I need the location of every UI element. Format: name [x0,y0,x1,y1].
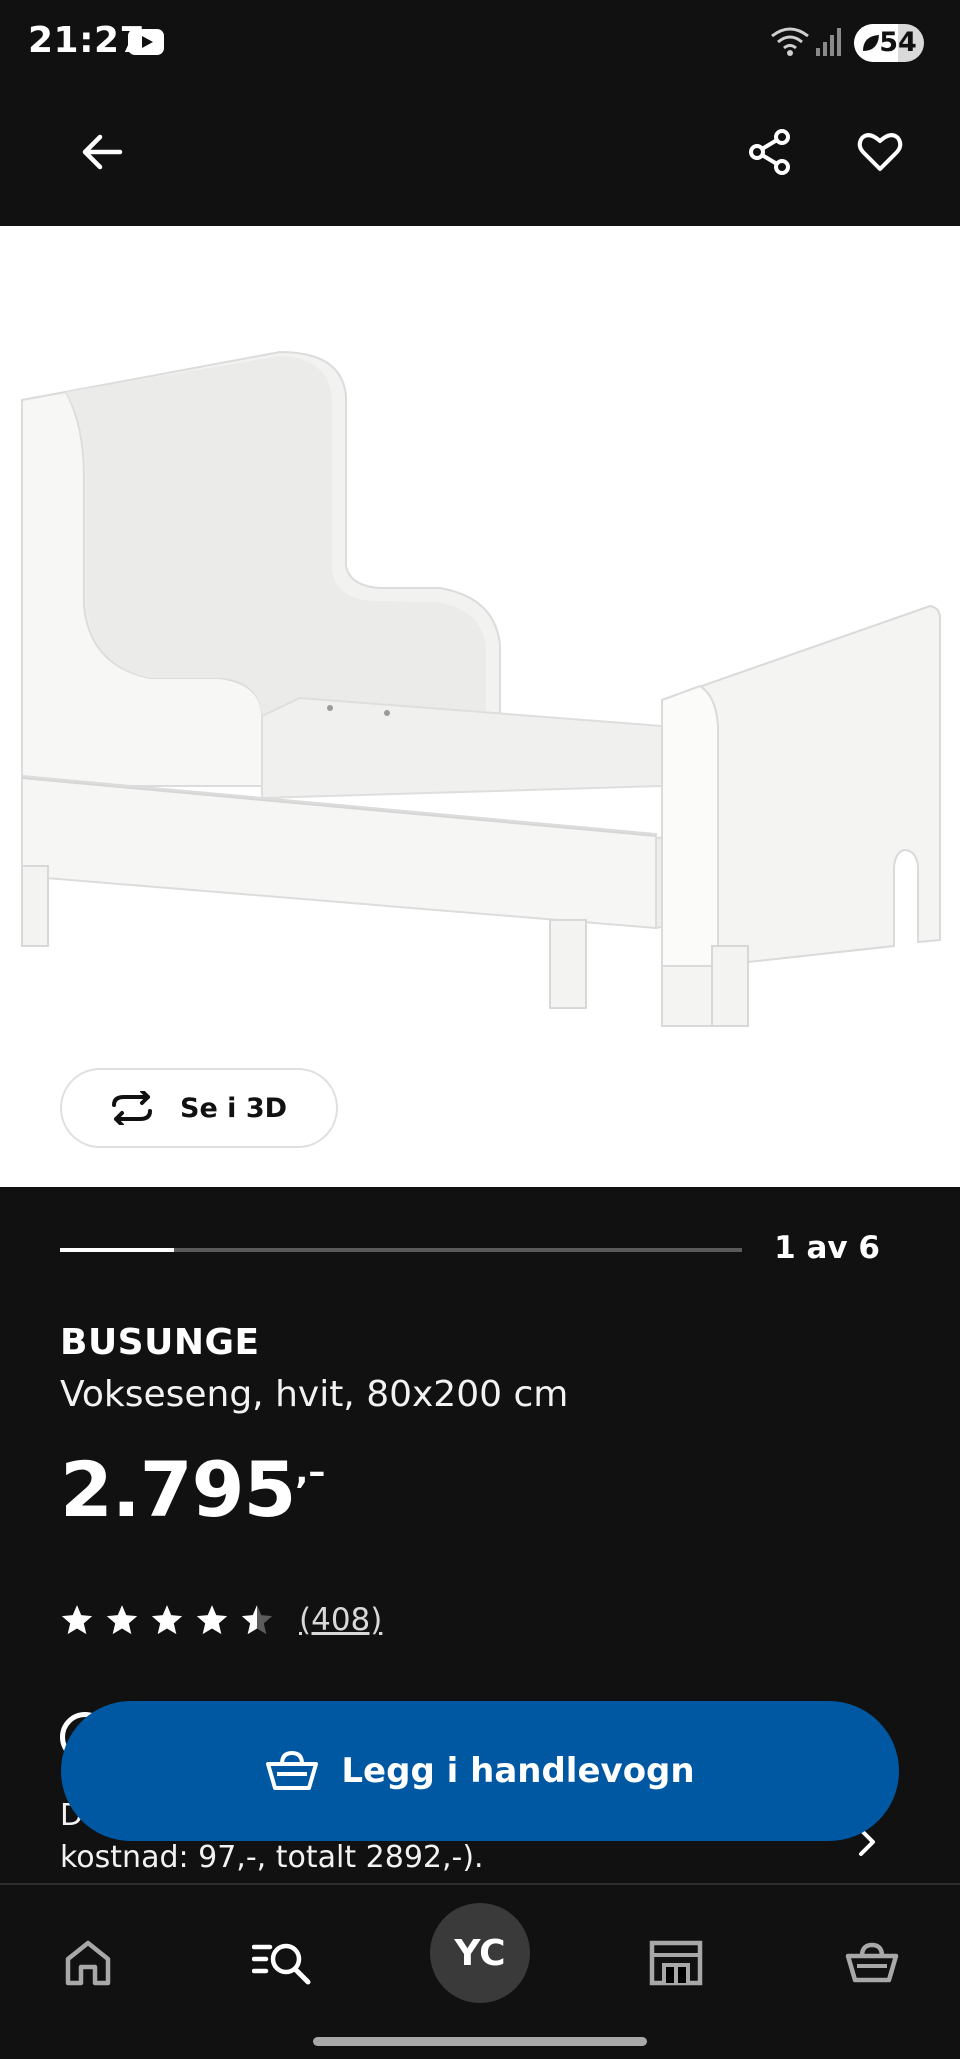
star-full-icon [61,1605,93,1635]
view-3d-label: Se i 3D [180,1092,288,1124]
signal-icon [816,28,841,56]
share-icon [749,129,790,175]
home-indicator[interactable] [313,2037,647,2046]
youtube-notification-icon [128,29,164,55]
add-to-cart-button[interactable]: Legg i handlevogn [61,1701,899,1841]
product-image [21,350,941,1027]
heart-icon [857,133,903,171]
search-icon [252,1943,311,1985]
battery-indicator: 54 [854,24,924,62]
star-full-icon [151,1605,183,1635]
price-suffix: ,– [295,1452,326,1492]
product-gallery[interactable]: Se i 3D [0,226,960,1187]
back-button[interactable] [70,120,134,184]
bottom-navigation: YC [0,1883,960,2059]
image-counter: 1 av 6 [774,1230,880,1266]
nav-profile-avatar[interactable]: YC [430,1903,530,2003]
nav-home[interactable] [56,1931,120,1995]
status-bar: 21:27 54 [0,0,960,86]
nav-search[interactable] [250,1931,314,1995]
basket-icon [266,1750,319,1790]
product-price: 2.795 ,– [60,1448,325,1532]
product-name: BUSUNGE [60,1322,260,1363]
star-half-icon [241,1605,273,1635]
rotate-3d-icon [112,1091,152,1125]
delivery-text-line2: kostnad: 97,-, totalt 2892,-). [60,1840,484,1875]
battery-level: 54 [879,27,917,58]
product-description: Vokseseng, hvit, 80x200 cm [60,1374,569,1415]
store-icon [649,1940,703,1986]
add-to-cart-label: Legg i handlevogn [341,1751,695,1791]
product-rating[interactable]: (408) [60,1602,382,1638]
star-full-icon [196,1605,228,1635]
nav-stores[interactable] [644,1931,708,1995]
review-count-link[interactable]: (408) [299,1602,382,1638]
home-icon [65,1940,111,1986]
arrow-left-icon [82,134,123,170]
top-app-bar [0,86,960,226]
star-full-icon [106,1605,138,1635]
nav-cart[interactable] [840,1931,904,1995]
favorite-button[interactable] [848,120,912,184]
gallery-progress-fill [60,1248,174,1252]
cart-icon [845,1942,899,1983]
price-amount: 2.795 [60,1445,296,1534]
wifi-icon [771,27,809,56]
share-button[interactable] [738,120,802,184]
gallery-progress [60,1248,742,1252]
view-3d-button[interactable]: Se i 3D [60,1068,338,1148]
